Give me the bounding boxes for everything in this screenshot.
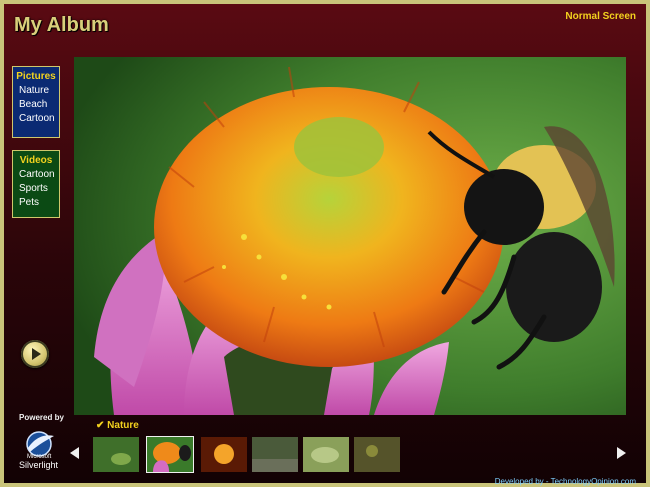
current-album-name: Nature bbox=[107, 420, 139, 431]
thumbnail-image bbox=[354, 437, 400, 472]
thumbnails-next-arrow-icon[interactable] bbox=[617, 447, 626, 459]
thumbnail-image bbox=[252, 437, 298, 472]
slideshow-play-button[interactable] bbox=[21, 340, 49, 368]
videos-item-sports[interactable]: Sports bbox=[13, 182, 59, 196]
thumbnail[interactable] bbox=[303, 437, 349, 472]
thumbnails-prev-arrow-icon[interactable] bbox=[70, 447, 79, 459]
main-photo[interactable] bbox=[74, 57, 626, 415]
thumbnail-image bbox=[147, 437, 193, 472]
thumbnail[interactable] bbox=[354, 437, 400, 472]
pictures-menu: Pictures Nature Beach Cartoon bbox=[12, 66, 60, 138]
powered-by-label: Powered by bbox=[19, 413, 64, 422]
videos-item-pets[interactable]: Pets bbox=[13, 196, 59, 210]
bee-on-coneflower-photo bbox=[74, 57, 626, 415]
pictures-item-beach[interactable]: Beach bbox=[13, 98, 59, 112]
videos-item-cartoon[interactable]: Cartoon bbox=[13, 168, 59, 182]
powered-by-product: Silverlight bbox=[19, 460, 59, 470]
thumbnail-image bbox=[303, 437, 349, 472]
thumbnail[interactable] bbox=[252, 437, 298, 472]
normal-screen-button[interactable]: Normal Screen bbox=[565, 11, 636, 22]
thumbnail-selected[interactable] bbox=[146, 436, 194, 473]
play-icon bbox=[32, 348, 41, 360]
pictures-item-nature[interactable]: Nature bbox=[13, 84, 59, 98]
album-window: My Album Normal Screen Pictures Nature B… bbox=[0, 0, 650, 487]
videos-menu: Videos Cartoon Sports Pets bbox=[12, 150, 60, 218]
pictures-menu-heading: Pictures bbox=[16, 71, 56, 82]
pictures-item-cartoon[interactable]: Cartoon bbox=[13, 112, 59, 126]
current-album-label: ✔ Nature bbox=[96, 420, 139, 431]
thumbnail-image bbox=[201, 437, 247, 472]
app-title: My Album bbox=[14, 14, 109, 36]
thumbnail[interactable] bbox=[93, 437, 139, 472]
thumbnail-image bbox=[93, 437, 139, 472]
check-icon: ✔ bbox=[96, 420, 105, 431]
videos-menu-heading: Videos bbox=[19, 155, 53, 166]
developed-by-link[interactable]: Developed by - TechnologyOpinion.com bbox=[495, 477, 636, 486]
thumbnail[interactable] bbox=[201, 437, 247, 472]
